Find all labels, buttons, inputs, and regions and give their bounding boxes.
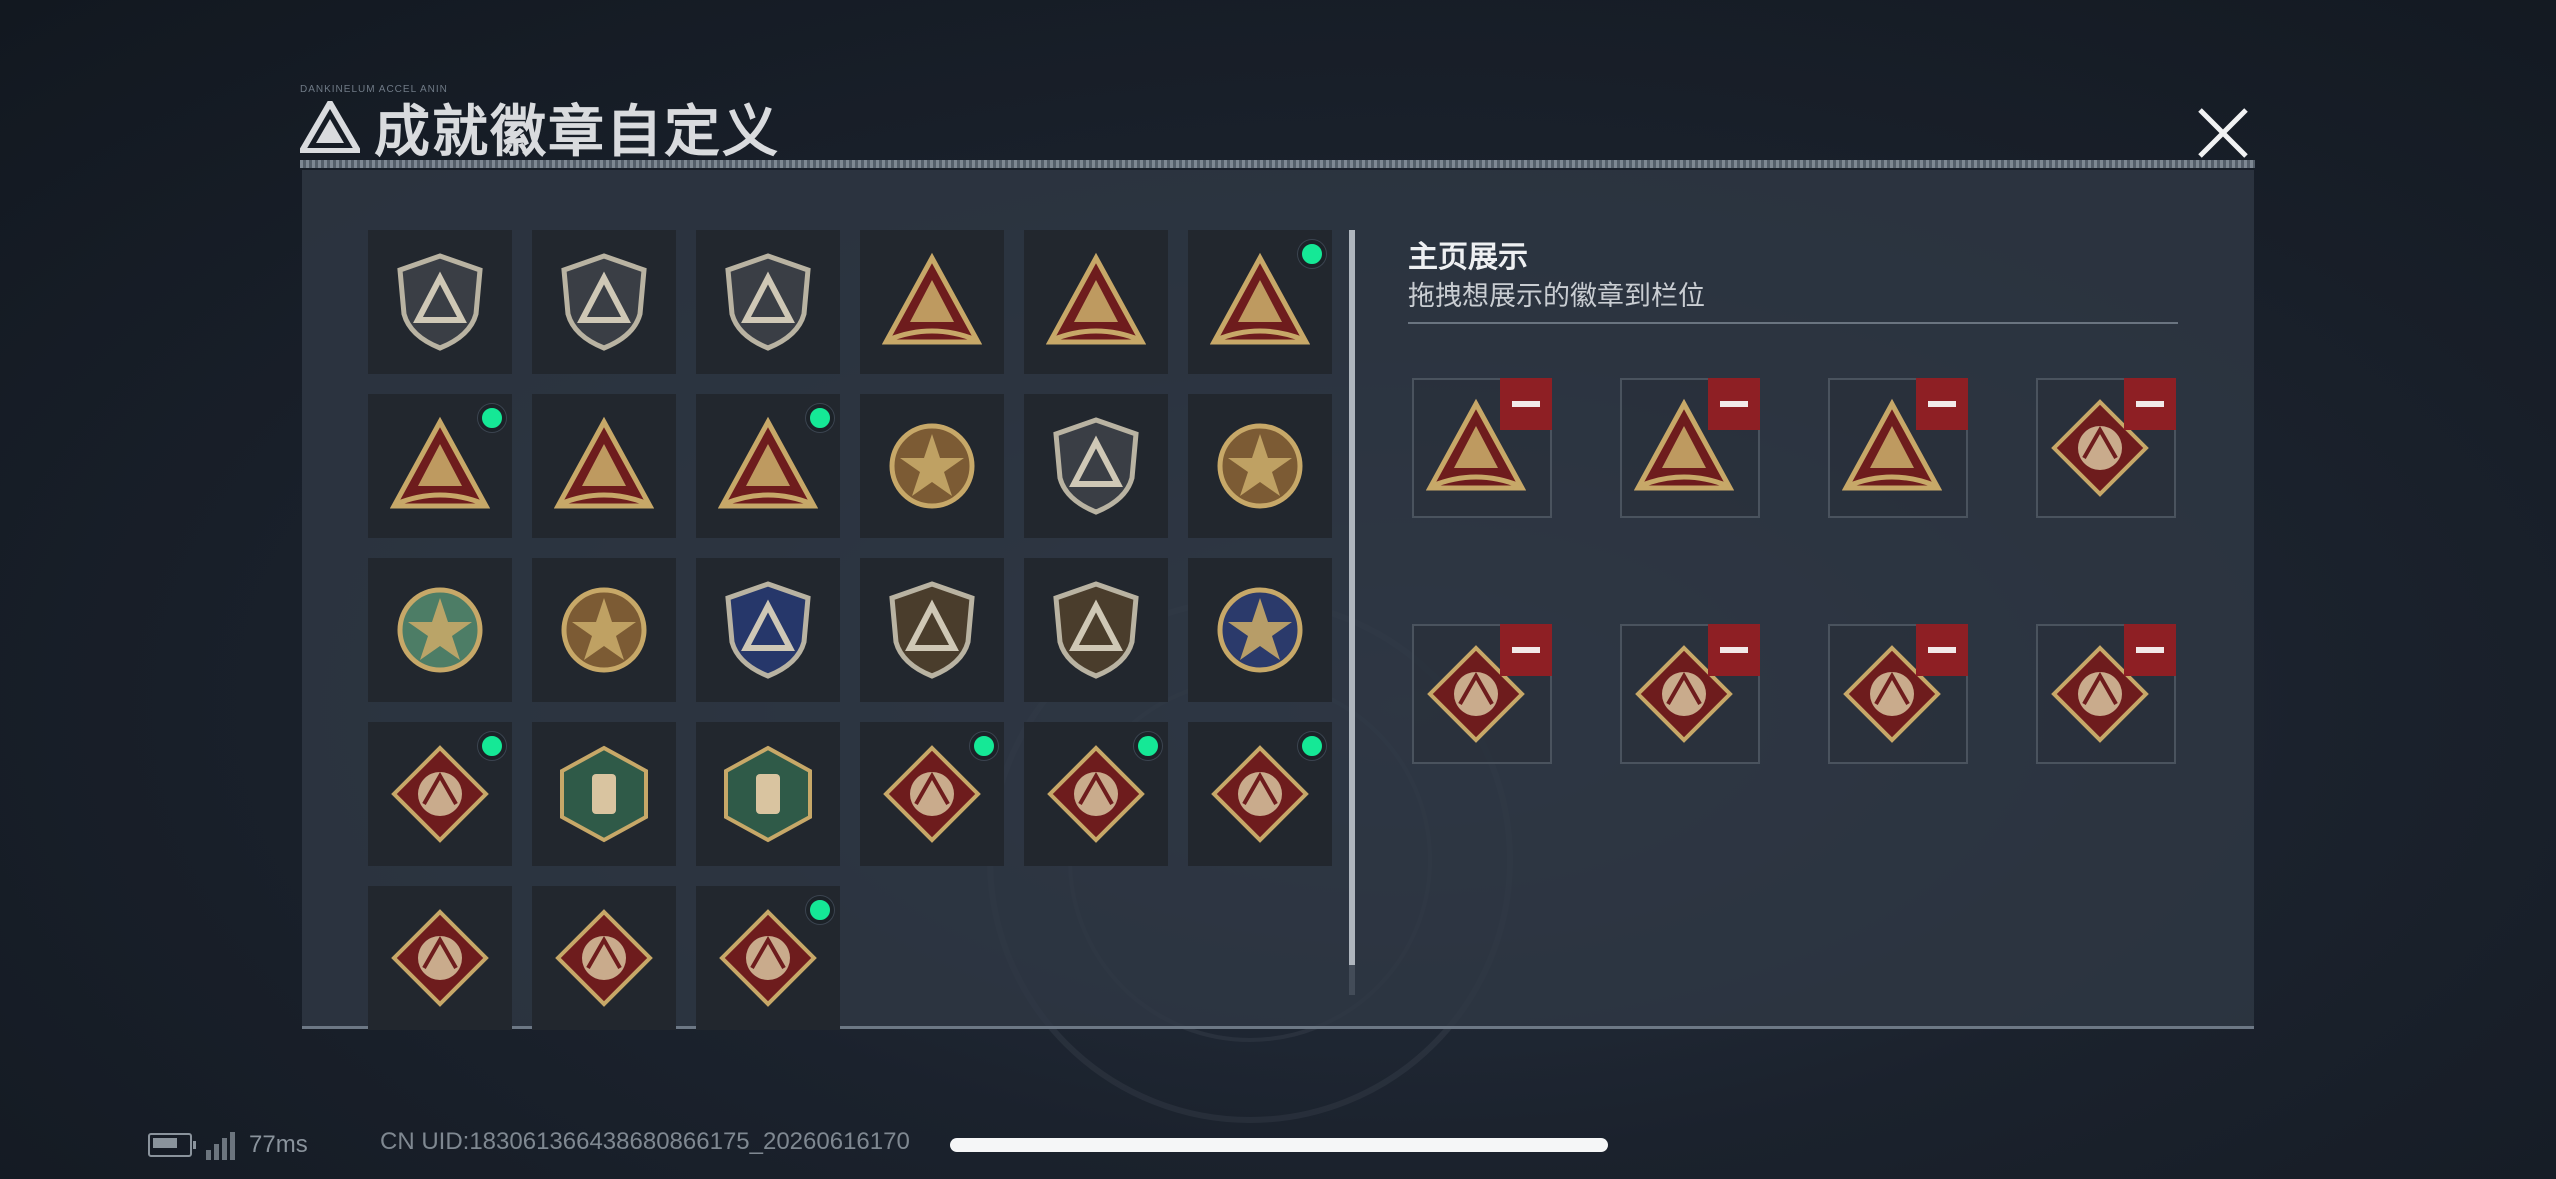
horse-diamond-badge-icon [554,908,654,1008]
badge-slot[interactable] [368,558,512,702]
badge-slot[interactable] [368,722,512,866]
badge-slot[interactable] [1024,558,1168,702]
compass-star-medal-badge-icon [882,416,982,516]
new-indicator-dot [1298,732,1326,760]
triangle-logo-icon [300,101,360,153]
header-divider [300,160,2255,168]
badge-slot[interactable] [1024,394,1168,538]
uid-text: CN UID:18306136643868086617​5_2026061617… [380,1128,910,1155]
showcase-title: 主页展示 [1408,241,1528,274]
ping-text: 77ms [249,1131,308,1158]
rifle-bronze-shield-2-badge-icon [1046,580,1146,680]
badge-slot[interactable] [1188,558,1332,702]
helicopter-shield-badge-icon [554,252,654,352]
badge-slot[interactable] [1188,394,1332,538]
crossed-rifles-crest-badge-icon [1210,580,1310,680]
badge-slot[interactable] [368,886,512,1030]
triangle-logo-shield-badge-icon [390,252,490,352]
badge-slot[interactable] [860,722,1004,866]
remove-badge-button[interactable] [1708,378,1760,430]
helmet-triangle-badge-icon [881,252,983,352]
new-indicator-dot [806,404,834,432]
remove-badge-button[interactable] [2124,378,2176,430]
wheel-diamond-badge-icon [390,908,490,1008]
status-bar: 77ms [148,1128,308,1162]
remove-badge-button[interactable] [2124,624,2176,676]
badge-slot[interactable] [696,558,840,702]
new-indicator-dot [478,404,506,432]
remove-badge-button[interactable] [1708,624,1760,676]
runner-diamond-badge-icon [1210,744,1310,844]
new-indicator-dot [478,732,506,760]
badge-slot[interactable] [1024,230,1168,374]
showcase-divider [1408,322,2178,324]
rocket-triangle-badge-icon [717,416,819,516]
dragon-diamond-badge-icon [882,744,982,844]
badge-slot[interactable] [860,230,1004,374]
signal-icon [206,1130,235,1160]
showcase-slot[interactable] [1620,624,1760,764]
canister-triangle-badge-icon [1209,252,1311,352]
badge-slot[interactable] [532,722,676,866]
page-title: 成就徽章自定义 [374,99,780,163]
badge-slot[interactable] [1188,722,1332,866]
badge-slot[interactable] [532,558,676,702]
wasp-hexagon-badge-icon [554,744,654,844]
green-crosshair-medal-badge-icon [390,580,490,680]
showcase-slot[interactable] [1828,378,1968,518]
hexagram-hands-triangle-badge-icon [389,416,491,516]
remove-badge-button[interactable] [1500,378,1552,430]
remove-badge-button[interactable] [1916,624,1968,676]
badge-slot[interactable] [696,722,840,866]
badge-slot[interactable] [532,394,676,538]
showcase-slot[interactable] [1412,378,1552,518]
new-indicator-dot [970,732,998,760]
winged-medal-badge-icon [1210,416,1310,516]
showcase-subtitle: 拖拽想展示的徽章到栏位 [1408,281,1705,311]
scrollbar-thumb[interactable] [1349,230,1355,965]
dagger-shield-badge-icon [718,252,818,352]
remove-badge-button[interactable] [1500,624,1552,676]
badge-slot[interactable] [696,394,840,538]
close-icon [2198,108,2248,158]
badge-slot[interactable] [1024,722,1168,866]
showcase-slot[interactable] [2036,624,2176,764]
remove-badge-button[interactable] [1916,378,1968,430]
chevron-shield-badge-icon [1046,416,1146,516]
number-one-triangle-badge-icon [1045,252,1147,352]
new-indicator-dot [1134,732,1162,760]
showcase-slot[interactable] [1620,378,1760,518]
flag-diamond-badge-icon [718,908,818,1008]
badge-slot[interactable] [368,230,512,374]
wolf-diamond-badge-icon [390,744,490,844]
close-button[interactable] [2190,100,2256,166]
battery-icon [148,1133,196,1157]
badge-slot[interactable] [860,394,1004,538]
badge-collection-grid [368,230,1338,1030]
sun-medal-badge-icon [554,580,654,680]
page-header: 成就徽章自定义 [300,92,780,163]
tool-hexagon-badge-icon [718,744,818,844]
showcase-slot[interactable] [1412,624,1552,764]
badge-slot[interactable] [696,230,840,374]
badge-slot[interactable] [532,886,676,1030]
new-indicator-dot [1298,240,1326,268]
home-indicator[interactable] [950,1138,1608,1152]
new-indicator-dot [806,896,834,924]
soldiers-triangle-badge-icon [553,416,655,516]
dragon-diamond-2-badge-icon [1046,744,1146,844]
rifle-blue-shield-badge-icon [718,580,818,680]
badge-slot[interactable] [368,394,512,538]
badge-slot[interactable] [696,886,840,1030]
showcase-slot[interactable] [2036,378,2176,518]
rifle-bronze-shield-badge-icon [882,580,982,680]
badge-slot[interactable] [532,230,676,374]
badge-slot[interactable] [1188,230,1332,374]
badge-slot[interactable] [860,558,1004,702]
showcase-slot[interactable] [1828,624,1968,764]
